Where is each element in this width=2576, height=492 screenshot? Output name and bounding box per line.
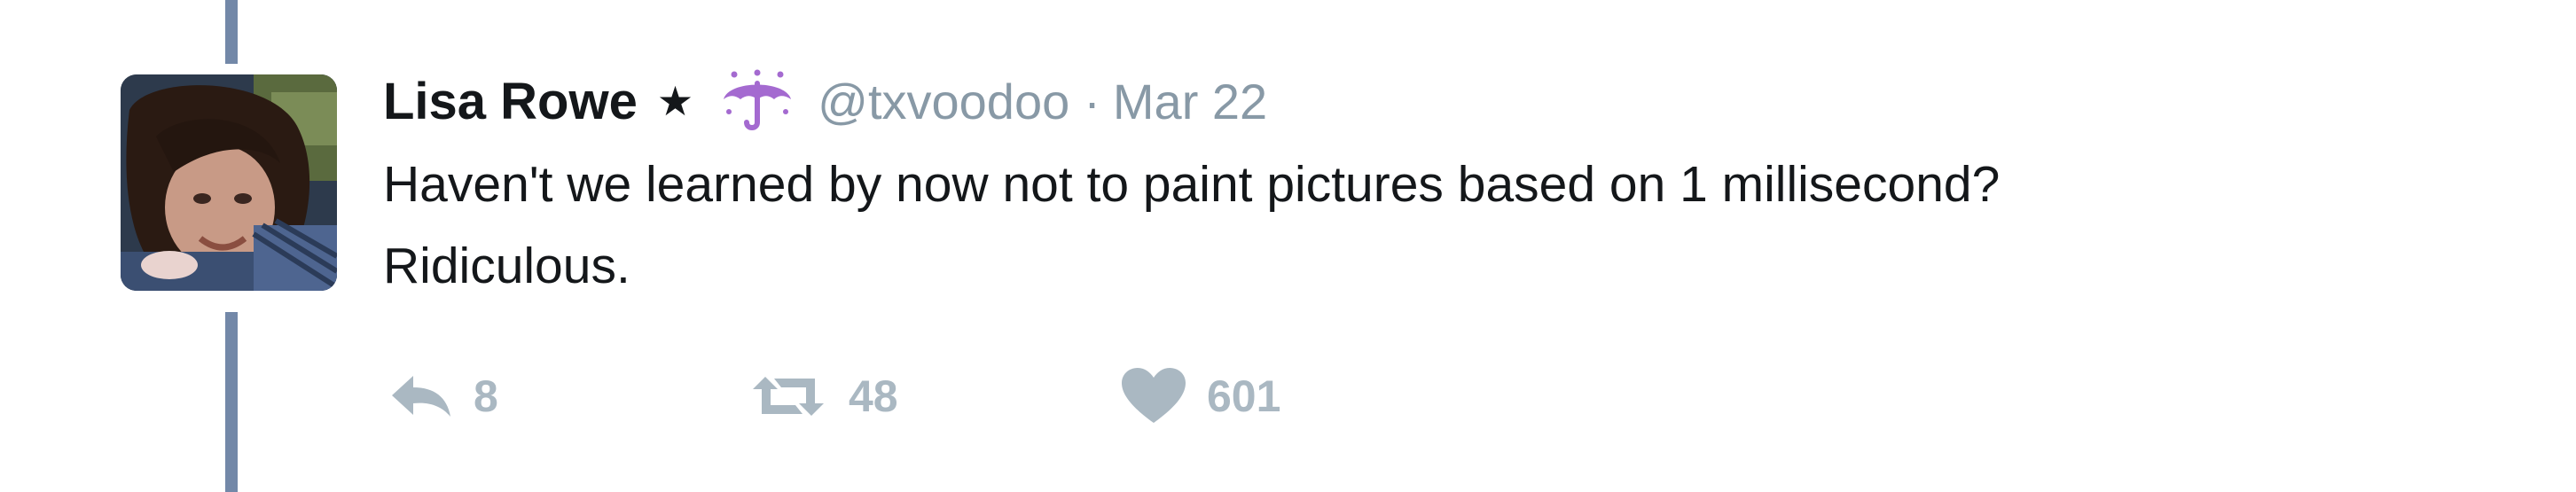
author-handle[interactable]: @txvoodoo bbox=[818, 73, 1069, 130]
reply-button[interactable]: 8 bbox=[390, 359, 498, 433]
reply-count: 8 bbox=[474, 371, 498, 421]
tweet-header: Lisa Rowe ★ @txvoodoo · Mar 22 bbox=[383, 67, 1267, 135]
conversation-thread-line-bottom bbox=[225, 312, 238, 492]
like-button[interactable]: 601 bbox=[1122, 359, 1280, 433]
retweet-button[interactable]: 48 bbox=[749, 359, 898, 433]
avatar[interactable] bbox=[121, 74, 337, 291]
tweet-text-line: Haven't we learned by now not to paint p… bbox=[383, 156, 2001, 213]
retweet-count: 48 bbox=[849, 371, 898, 421]
star-icon: ★ bbox=[656, 78, 694, 124]
avatar-photo bbox=[121, 74, 337, 291]
author-name[interactable]: Lisa Rowe bbox=[383, 72, 638, 131]
header-separator: · bbox=[1084, 73, 1100, 129]
tweet-timestamp[interactable]: Mar 22 bbox=[1113, 73, 1267, 130]
retweet-icon bbox=[753, 377, 824, 416]
conversation-thread-line-top bbox=[225, 0, 238, 64]
tweet-text: Haven't we learned by now not to paint p… bbox=[383, 144, 2423, 307]
heart-icon bbox=[1122, 368, 1186, 423]
tweet-text-line: Ridiculous. bbox=[383, 238, 630, 294]
umbrella-with-rain-icon bbox=[716, 69, 798, 133]
reply-icon bbox=[392, 376, 450, 417]
like-count: 601 bbox=[1207, 371, 1281, 421]
